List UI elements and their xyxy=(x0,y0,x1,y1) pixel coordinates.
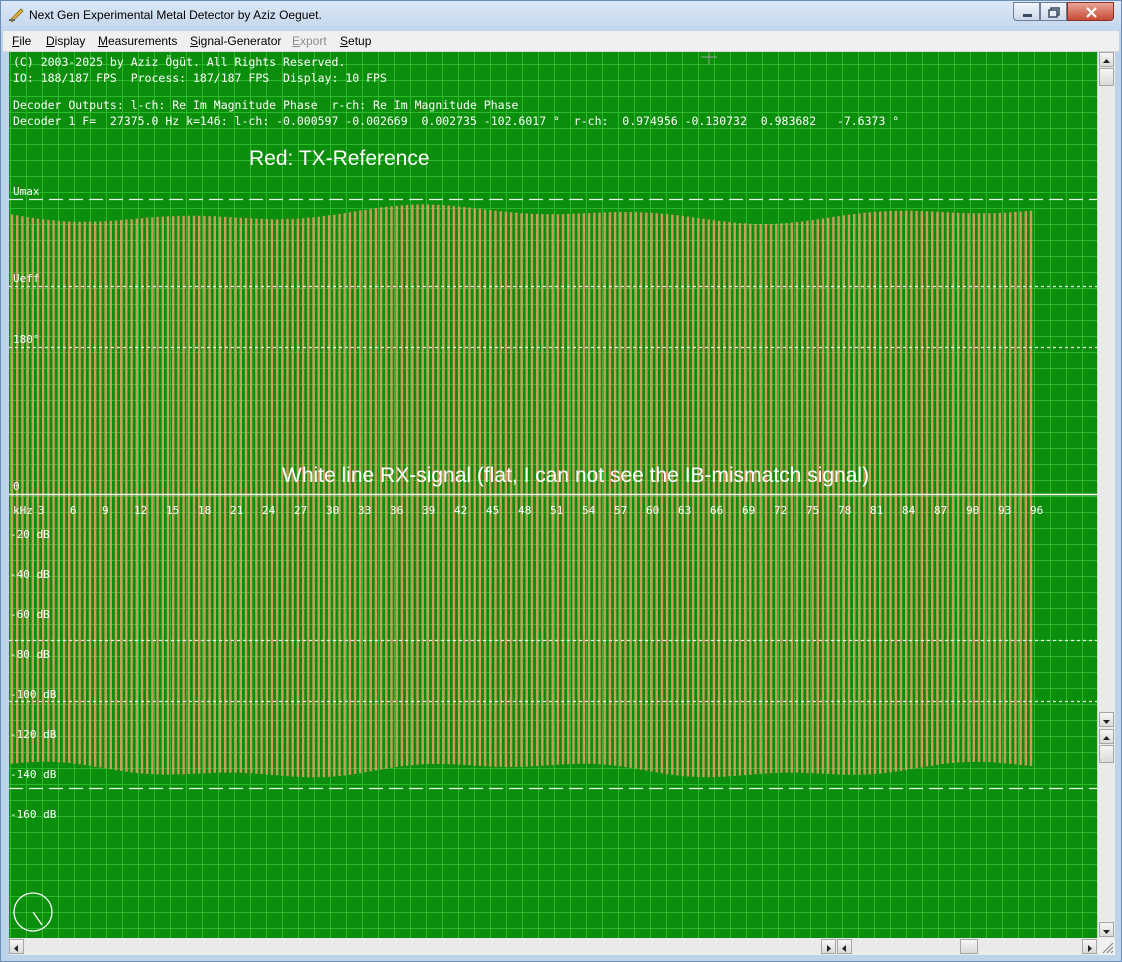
arrow-up-icon xyxy=(1103,736,1110,740)
menu-display[interactable]: Display xyxy=(46,34,85,48)
freq-tick-label: 39 xyxy=(422,504,435,517)
maximize-button[interactable] xyxy=(1040,2,1067,21)
close-button[interactable] xyxy=(1067,2,1114,21)
freq-tick-label: 21 xyxy=(230,504,243,517)
close-icon xyxy=(1086,7,1097,18)
scroll-down-button-2[interactable] xyxy=(1099,922,1114,937)
db-axis-label: -20 dB xyxy=(10,528,50,541)
freq-tick-label: 90 xyxy=(966,504,979,517)
menu-measurements[interactable]: Measurements xyxy=(98,34,177,48)
freq-tick-label: 57 xyxy=(614,504,627,517)
annotation-tx-reference: Red: TX-Reference xyxy=(249,147,430,170)
freq-tick-label: 66 xyxy=(710,504,723,517)
db-axis-label: -60 dB xyxy=(10,608,50,621)
app-window: Next Gen Experimental Metal Detector by … xyxy=(0,0,1122,962)
label-khz: kHz xyxy=(13,504,33,517)
copyright-text: (C) 2003-2025 by Aziz Ögüt. All Rights R… xyxy=(13,53,345,69)
scroll-up-button-2[interactable] xyxy=(1099,729,1114,744)
db-axis-label: -40 dB xyxy=(10,568,50,581)
scroll-thumb-top[interactable] xyxy=(1099,68,1114,86)
fps-text: IO: 188/187 FPS Process: 187/187 FPS Dis… xyxy=(13,71,387,85)
arrow-up-icon xyxy=(1103,59,1110,63)
freq-tick-label: 3 xyxy=(38,504,45,517)
menu-file[interactable]: File xyxy=(12,34,31,48)
decoder-header-text: Decoder Outputs: l-ch: Re Im Magnitude P… xyxy=(13,98,518,112)
freq-tick-label: 81 xyxy=(870,504,883,517)
app-icon xyxy=(9,8,24,22)
freq-tick-label: 12 xyxy=(134,504,147,517)
label-180-deg: 180° xyxy=(13,333,40,346)
arrow-down-icon xyxy=(1103,720,1110,724)
arrow-right-icon xyxy=(827,945,831,952)
scroll-down-button[interactable] xyxy=(1099,712,1114,727)
db-axis-label: -100 dB xyxy=(10,688,57,701)
oscilloscope-display[interactable]: (C) 2003-2025 by Aziz Ögüt. All Rights R… xyxy=(9,52,1097,938)
label-ueff: Ueff xyxy=(13,272,40,285)
decoder-output-text: Decoder 1 F= 27375.0 Hz k=146: l-ch: -0.… xyxy=(13,114,899,128)
freq-tick-label: 48 xyxy=(518,504,531,517)
freq-tick-label: 72 xyxy=(774,504,787,517)
freq-tick-label: 33 xyxy=(358,504,371,517)
label-zero: 0 xyxy=(13,480,20,493)
scroll-thumb-horizontal[interactable] xyxy=(960,939,978,954)
freq-tick-label: 84 xyxy=(902,504,916,517)
restore-icon xyxy=(1048,7,1060,18)
freq-tick-label: 87 xyxy=(934,504,947,517)
db-axis-label: -80 dB xyxy=(10,648,50,661)
freq-tick-label: 93 xyxy=(998,504,1011,517)
freq-tick-label: 69 xyxy=(742,504,755,517)
label-umax: Umax xyxy=(13,185,40,198)
scroll-right-button-2[interactable] xyxy=(1082,939,1097,954)
freq-tick-label: 18 xyxy=(198,504,211,517)
freq-tick-label: 36 xyxy=(390,504,403,517)
scroll-right-button[interactable] xyxy=(821,939,836,954)
arrow-left-icon xyxy=(842,945,846,952)
freq-tick-label: 30 xyxy=(326,504,339,517)
freq-tick-label: 42 xyxy=(454,504,467,517)
freq-tick-label: 63 xyxy=(678,504,691,517)
vertical-scrollbar[interactable] xyxy=(1098,52,1115,938)
db-axis-label: -140 dB xyxy=(10,768,57,781)
menu-bar: File Display Measurements Signal-Generator E… xyxy=(3,31,1119,52)
title-bar[interactable]: Next Gen Experimental Metal Detector by … xyxy=(1,1,1121,31)
arrow-down-icon xyxy=(1103,930,1110,934)
db-axis-label: -120 dB xyxy=(10,728,57,741)
menu-export[interactable]: Export xyxy=(292,34,327,48)
freq-tick-label: 54 xyxy=(582,504,596,517)
freq-tick-label: 9 xyxy=(102,504,109,517)
window-title: Next Gen Experimental Metal Detector by … xyxy=(29,8,322,22)
freq-tick-label: 6 xyxy=(70,504,77,517)
db-axis-label: -160 dB xyxy=(10,808,57,821)
size-grip[interactable] xyxy=(1098,938,1115,955)
scroll-left-button[interactable] xyxy=(9,939,24,954)
annotation-rx-signal: White line RX-signal (flat, I can not se… xyxy=(282,464,869,487)
menu-setup[interactable]: Setup xyxy=(340,34,371,48)
scroll-thumb-bottom[interactable] xyxy=(1099,745,1114,763)
minimize-icon xyxy=(1023,14,1032,17)
freq-tick-label: 15 xyxy=(166,504,179,517)
menu-signal-generator[interactable]: Signal-Generator xyxy=(190,34,281,48)
arrow-right-icon xyxy=(1088,945,1092,952)
freq-tick-label: 51 xyxy=(550,504,563,517)
scroll-up-button[interactable] xyxy=(1099,52,1114,67)
freq-tick-label: 60 xyxy=(646,504,659,517)
horizontal-scrollbar[interactable] xyxy=(9,938,1098,955)
freq-tick-label: 45 xyxy=(486,504,499,517)
freq-tick-label: 75 xyxy=(806,504,819,517)
scope-canvas[interactable]: (C) 2003-2025 by Aziz Ögüt. All Rights R… xyxy=(9,52,1097,938)
minimize-button[interactable] xyxy=(1013,2,1040,21)
freq-tick-label: 96 xyxy=(1030,504,1043,517)
scroll-left-button-2[interactable] xyxy=(837,939,852,954)
arrow-left-icon xyxy=(14,945,18,952)
freq-tick-label: 78 xyxy=(838,504,851,517)
freq-tick-label: 27 xyxy=(294,504,307,517)
resize-grip-icon xyxy=(1102,942,1114,954)
freq-tick-label: 24 xyxy=(262,504,276,517)
